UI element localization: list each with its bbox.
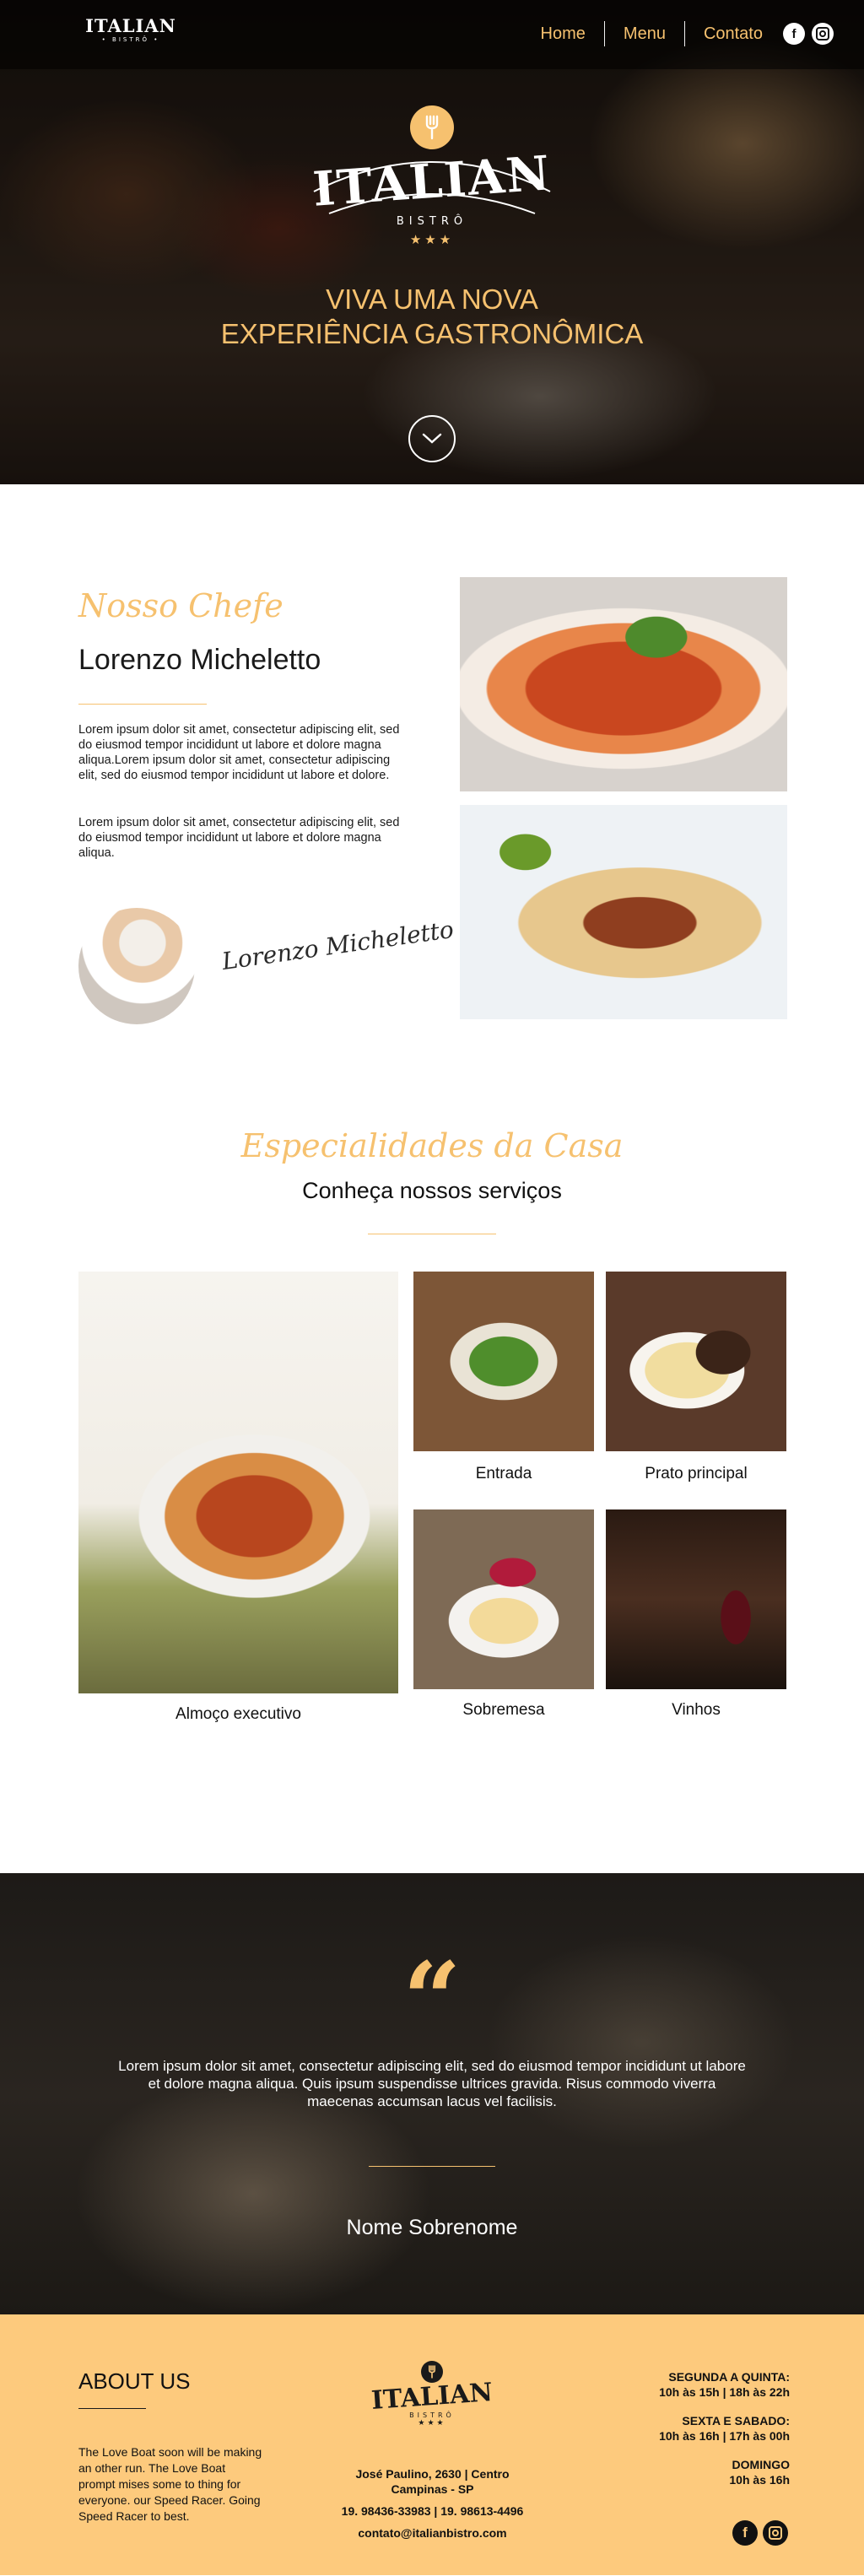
nav-menu-link[interactable]: Menu <box>605 21 684 46</box>
contact-email[interactable]: contato@italianbistro.com <box>312 2525 553 2541</box>
instagram-icon[interactable] <box>763 2520 788 2546</box>
chef-paragraph-2: Lorem ipsum dolor sit amet, consectetur … <box>78 816 400 860</box>
footer-social-links: f <box>732 2520 788 2546</box>
nav-home-link[interactable]: Home <box>522 21 604 46</box>
facebook-icon[interactable]: f <box>783 23 805 45</box>
specialties-kicker: Especialidades da Casa <box>240 1127 624 1164</box>
tile-vinhos[interactable] <box>606 1509 786 1689</box>
chef-paragraph-1: Lorem ipsum dolor sit amet, consectetur … <box>78 723 400 782</box>
hero-logo: ITALIAN BISTRÔ ★★★ <box>300 105 564 253</box>
chef-name: Lorenzo Micheletto <box>78 644 321 676</box>
brand-subtitle: • BISTRÔ • <box>101 36 160 43</box>
hero-tagline-line2: EXPERIÊNCIA GASTRONÔMICA <box>220 318 644 349</box>
instagram-icon[interactable] <box>812 23 834 45</box>
hero-logo-subtitle: BISTRÔ <box>396 215 468 228</box>
chef-section: Nosso Chefe Lorenzo Micheletto Lorem ips… <box>0 484 864 1058</box>
about-text: The Love Boat soon will be making an oth… <box>78 2445 262 2523</box>
tile-almoco-executivo[interactable] <box>78 1272 398 1693</box>
tile-label-vinhos[interactable]: Vinhos <box>606 1701 786 1720</box>
specialties-title: Conheça nossos serviços <box>302 1178 562 1203</box>
quote-icon: “ <box>402 1940 462 2059</box>
tile-label-sobremesa[interactable]: Sobremesa <box>413 1701 594 1720</box>
nav-contato-link[interactable]: Contato <box>685 21 781 46</box>
brand-title: ITALIAN <box>85 15 176 36</box>
hours-times: 10h às 16h | 17h às 00h <box>659 2429 790 2443</box>
footer-logo[interactable]: ITALIAN BISTRÔ ★★★ <box>361 2361 503 2441</box>
hero-tagline: VIVA UMA NOVA EXPERIÊNCIA GASTRONÔMICA <box>94 282 770 351</box>
chef-avatar <box>78 908 195 1024</box>
hours-times: 10h às 15h | 18h às 22h <box>659 2385 790 2399</box>
hero-logo-stars: ★★★ <box>409 232 455 247</box>
footer: ABOUT US The Love Boat soon will be maki… <box>0 2314 864 2575</box>
testimonial-text: Lorem ipsum dolor sit amet, consectetur … <box>118 2058 746 2109</box>
chef-signature: Lorenzo Micheletto <box>220 915 456 976</box>
tile-label-entrada[interactable]: Entrada <box>413 1465 594 1483</box>
tile-label-almoco-executivo[interactable]: Almoço executivo <box>78 1705 398 1724</box>
chef-divider <box>78 704 207 705</box>
specialties-section: Especialidades da Casa Conheça nossos se… <box>0 1058 864 1873</box>
hero-tagline-line1: VIVA UMA NOVA <box>326 284 538 315</box>
brand-logo-small[interactable]: ITALIAN • BISTRÔ • <box>78 17 183 44</box>
facebook-icon[interactable]: f <box>732 2520 758 2546</box>
phone-numbers[interactable]: 19. 98436-33983 | 19. 98613-4496 <box>312 2503 553 2519</box>
address-line-1: José Paulino, 2630 | Centro <box>355 2467 510 2481</box>
footer-logo-title: ITALIAN <box>370 2378 494 2416</box>
main-nav: Home Menu Contato f <box>522 19 864 49</box>
chef-kicker: Nosso Chefe <box>78 587 284 624</box>
tile-prato-principal[interactable] <box>606 1272 786 1451</box>
tagliatelle-bolognese-image <box>460 805 787 1019</box>
opening-hours: SEGUNDA A QUINTA: 10h às 15h | 18h às 22… <box>587 2369 790 2487</box>
tile-label-prato-principal[interactable]: Prato principal <box>606 1465 786 1483</box>
about-divider <box>78 2408 146 2409</box>
testimonial-author: Nome Sobrenome <box>346 2216 518 2239</box>
penne-pasta-image <box>460 577 787 791</box>
hours-times: 10h às 16h <box>729 2473 790 2487</box>
hours-days: SEGUNDA A QUINTA: <box>668 2370 790 2384</box>
chevron-down-icon <box>422 433 442 444</box>
testimonial-section: “ Lorem ipsum dolor sit amet, consectetu… <box>0 1873 864 2314</box>
hero-section: ITALIAN • BISTRÔ • Home Menu Contato f I… <box>0 0 864 484</box>
about-title: ABOUT US <box>78 2368 191 2394</box>
testimonial-divider <box>369 2166 495 2167</box>
footer-logo-stars: ★★★ <box>418 2419 446 2427</box>
tile-entrada[interactable] <box>413 1272 594 1451</box>
address-line-2: Campinas - SP <box>391 2482 474 2496</box>
tile-sobremesa[interactable] <box>413 1509 594 1689</box>
hours-days: DOMINGO <box>732 2458 790 2471</box>
top-navbar: ITALIAN • BISTRÔ • Home Menu Contato f <box>0 0 864 69</box>
header-social-links: f <box>783 23 834 45</box>
scroll-down-button[interactable] <box>408 415 456 462</box>
hours-days: SEXTA E SABADO: <box>682 2414 790 2427</box>
fork-icon <box>421 2361 443 2383</box>
contact-block: José Paulino, 2630 | Centro Campinas - S… <box>312 2466 553 2541</box>
